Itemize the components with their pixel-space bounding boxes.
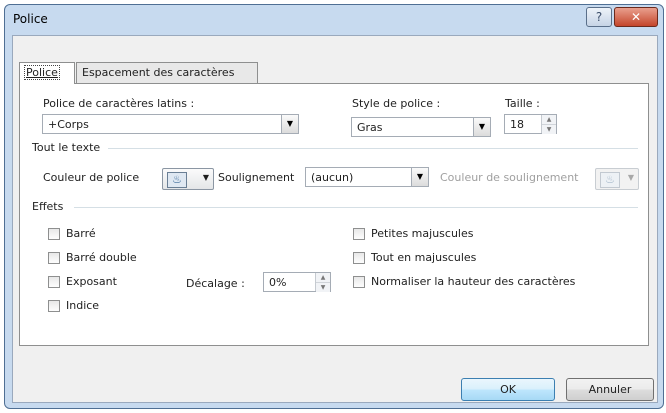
help-button[interactable]: ? (586, 7, 612, 27)
chevron-down-icon[interactable]: ▼ (281, 115, 298, 133)
equalize-height-label: Normaliser la hauteur des caractères (371, 275, 576, 288)
spin-up-down-icon[interactable]: ▲ ▼ (541, 115, 556, 134)
chevron-down-icon: ▼ (202, 173, 209, 182)
latin-font-value: +Corps (48, 118, 89, 131)
paint-bucket-icon: ♨ (167, 172, 187, 188)
small-caps-checkbox[interactable] (353, 228, 365, 240)
section-divider (74, 207, 638, 208)
underline-color-label: Couleur de soulignement (440, 171, 579, 184)
ok-button[interactable]: OK (461, 378, 555, 401)
font-style-label: Style de police : (352, 97, 441, 110)
subscript-checkbox[interactable] (48, 300, 60, 312)
underline-label: Soulignement (218, 171, 295, 184)
offset-label: Décalage : (186, 277, 245, 290)
font-color-button[interactable]: ♨ ▼ (162, 168, 214, 190)
all-text-heading: Tout le texte (32, 141, 101, 154)
latin-font-select[interactable]: +Corps ▼ (42, 114, 299, 134)
strikethrough-label: Barré (66, 227, 96, 240)
font-style-select[interactable]: Gras ▼ (351, 117, 491, 137)
spin-up-down-icon[interactable]: ▲ ▼ (315, 273, 330, 292)
section-divider (108, 148, 638, 149)
chevron-down-icon[interactable]: ▼ (411, 168, 428, 186)
tab-character-spacing[interactable]: Espacement des caractères (76, 62, 258, 83)
small-caps-label: Petites majuscules (371, 227, 474, 240)
subscript-label: Indice (66, 299, 100, 312)
title-bar[interactable]: Police ? ✕ (5, 5, 663, 35)
underline-select[interactable]: (aucun) ▼ (305, 167, 429, 187)
dialog-title: Police (13, 12, 48, 26)
effects-heading: Effets (32, 200, 64, 213)
all-caps-label: Tout en majuscules (371, 251, 477, 264)
font-style-value: Gras (357, 121, 383, 134)
dialog-window: Police ? ✕ Police Espacement des caractè… (4, 4, 664, 409)
chevron-down-icon[interactable]: ▼ (473, 118, 490, 136)
superscript-checkbox[interactable] (48, 276, 60, 288)
equalize-height-checkbox[interactable] (353, 276, 365, 288)
offset-field[interactable]: 0% ▲ ▼ (263, 272, 331, 292)
cancel-button[interactable]: Annuler (566, 378, 654, 401)
latin-font-label: Police de caractères latins : (43, 97, 195, 110)
size-label: Taille : (505, 97, 540, 110)
double-strikethrough-label: Barré double (66, 251, 137, 264)
underline-value: (aucun) (311, 171, 354, 184)
tab-police[interactable]: Police (19, 62, 75, 84)
all-caps-checkbox[interactable] (353, 252, 365, 264)
dialog-client-area: Police Espacement des caractères Police … (12, 35, 658, 403)
size-value: 18 (510, 118, 524, 131)
font-color-label: Couleur de police (43, 171, 140, 184)
size-field[interactable]: 18 ▲ ▼ (504, 114, 557, 134)
superscript-label: Exposant (66, 275, 117, 288)
tab-label: Espacement des caractères (82, 66, 235, 79)
chevron-down-icon: ▼ (627, 173, 634, 182)
strikethrough-checkbox[interactable] (48, 228, 60, 240)
close-button[interactable]: ✕ (614, 7, 658, 27)
offset-value: 0% (269, 276, 287, 289)
underline-color-button[interactable]: ♨ ▼ (595, 168, 639, 190)
paint-bucket-icon: ♨ (600, 172, 620, 188)
tab-panel-police: Police de caractères latins : +Corps ▼ S… (19, 83, 649, 346)
tab-label: Police (24, 65, 60, 80)
double-strikethrough-checkbox[interactable] (48, 252, 60, 264)
